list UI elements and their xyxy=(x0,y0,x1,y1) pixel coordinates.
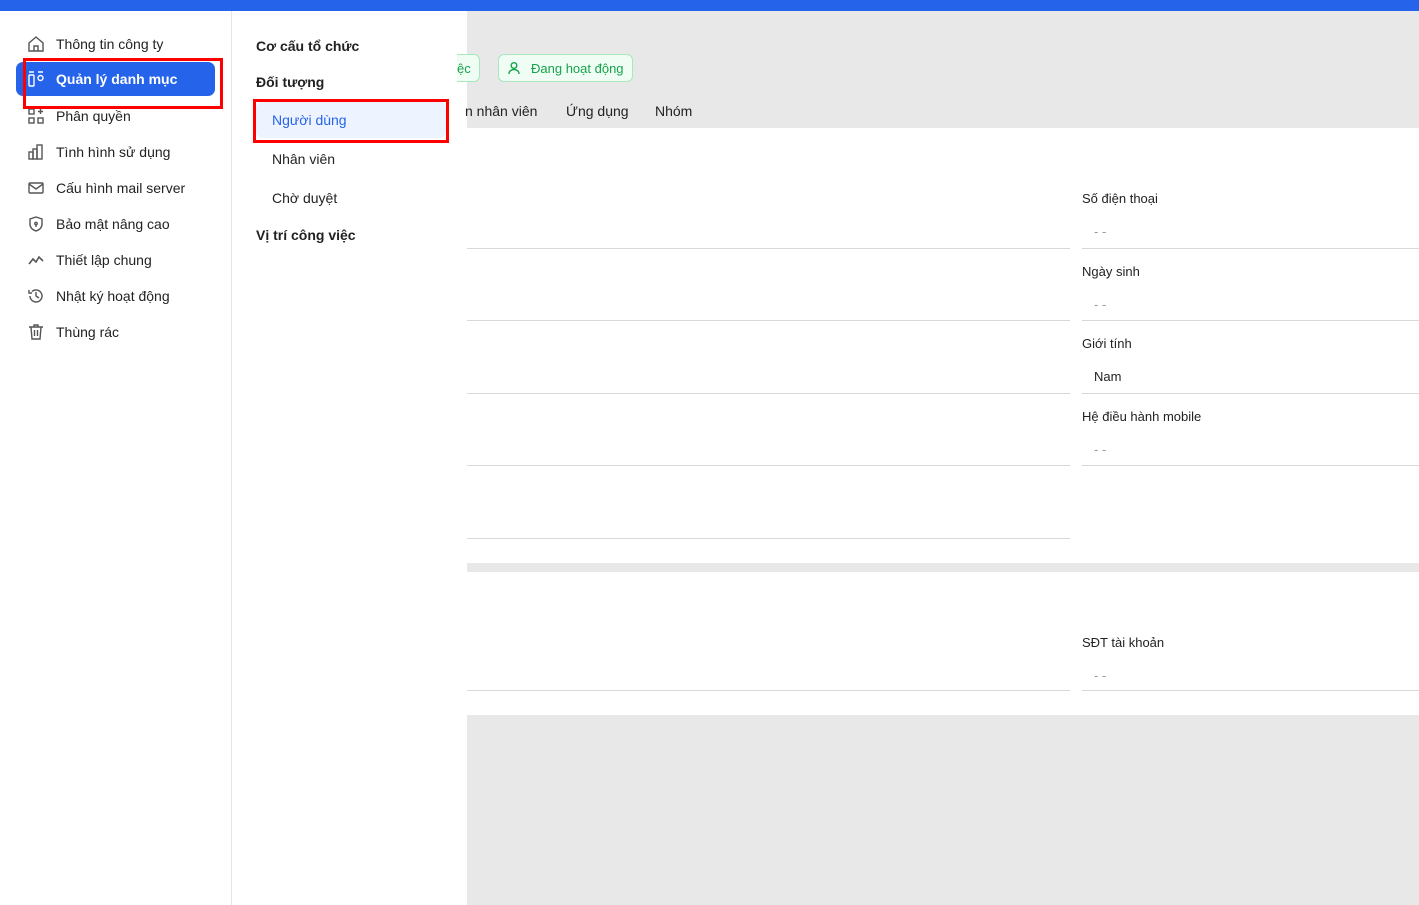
top-bar xyxy=(0,0,1419,11)
field-value-account-phone: - - xyxy=(1094,668,1107,683)
sidebar-item-label: Tình hình sử dụng xyxy=(56,144,171,160)
field-value-birthday: - - xyxy=(1094,297,1107,312)
highlight-box xyxy=(23,58,223,109)
role-chip: ệc xyxy=(457,54,480,82)
trend-icon xyxy=(27,251,45,269)
sidebar-item-activity-log[interactable]: Nhật ký hoạt động xyxy=(16,279,215,313)
grid-plus-icon xyxy=(27,107,45,125)
sidebar-item-general-settings[interactable]: Thiết lập chung xyxy=(16,243,215,277)
sidebar-item-label: Nhật ký hoạt động xyxy=(56,288,170,304)
mail-icon xyxy=(27,179,45,197)
field-label-gender: Giới tính xyxy=(1082,336,1132,351)
home-icon xyxy=(27,35,45,53)
account-card: SĐT tài khoản - - xyxy=(467,572,1419,715)
field-label-mobile-os: Hệ điều hành mobile xyxy=(1082,409,1202,424)
sidebar-item-label: Thùng rác xyxy=(56,324,120,340)
sidebar-item-trash[interactable]: Thùng rác xyxy=(16,315,215,349)
status-label: Đang hoạt động xyxy=(531,60,624,76)
user-icon xyxy=(507,61,521,75)
bar-chart-icon xyxy=(27,143,45,161)
sidebar-item-label: Phân quyền xyxy=(56,108,131,124)
submenu-org-structure[interactable]: Cơ cấu tổ chức xyxy=(256,38,359,54)
field-value-gender: Nam xyxy=(1094,369,1122,384)
tab-employee-info[interactable]: n nhân viên xyxy=(465,103,537,119)
submenu-item-pending[interactable]: Chờ duyệt xyxy=(256,180,446,216)
submenu-objects[interactable]: Đối tượng xyxy=(256,74,324,90)
sidebar-item-label: Bảo mật nâng cao xyxy=(56,216,170,232)
chip-label: ệc xyxy=(457,60,471,76)
field-value-mobile-os: - - xyxy=(1094,442,1107,457)
submenu-item-employees[interactable]: Nhân viên xyxy=(256,141,446,177)
sidebar-item-label: Thiết lập chung xyxy=(56,252,152,268)
main-content: ệc Đang hoạt động n nhân viên Ứng dụng N… xyxy=(457,11,1419,905)
field-label-phone: Số điện thoại xyxy=(1082,191,1158,206)
sidebar-item-label: Cấu hình mail server xyxy=(56,180,186,196)
sidebar-item-mail-server[interactable]: Cấu hình mail server xyxy=(16,171,215,205)
tab-apps[interactable]: Ứng dụng xyxy=(566,103,629,119)
sidebar-item-advanced-security[interactable]: Bảo mật nâng cao xyxy=(16,207,215,241)
sidebar-item-company-info[interactable]: Thông tin công ty xyxy=(16,27,215,61)
highlight-box xyxy=(253,99,449,143)
trash-icon xyxy=(27,323,45,341)
field-value-phone: - - xyxy=(1094,224,1107,239)
submenu-positions[interactable]: Vị trí công việc xyxy=(256,227,356,243)
field-label-account-phone: SĐT tài khoản xyxy=(1082,635,1165,650)
shield-icon xyxy=(27,215,45,233)
status-badge: Đang hoạt động xyxy=(498,54,633,82)
sidebar-item-label: Thông tin công ty xyxy=(56,36,164,52)
sidebar-item-usage[interactable]: Tình hình sử dụng xyxy=(16,135,215,169)
history-icon xyxy=(27,287,45,305)
info-card: Số điện thoại - - Ngày sinh - - Giới tín… xyxy=(467,128,1419,563)
field-label-birthday: Ngày sinh xyxy=(1082,264,1140,279)
tab-groups[interactable]: Nhóm xyxy=(655,103,692,119)
